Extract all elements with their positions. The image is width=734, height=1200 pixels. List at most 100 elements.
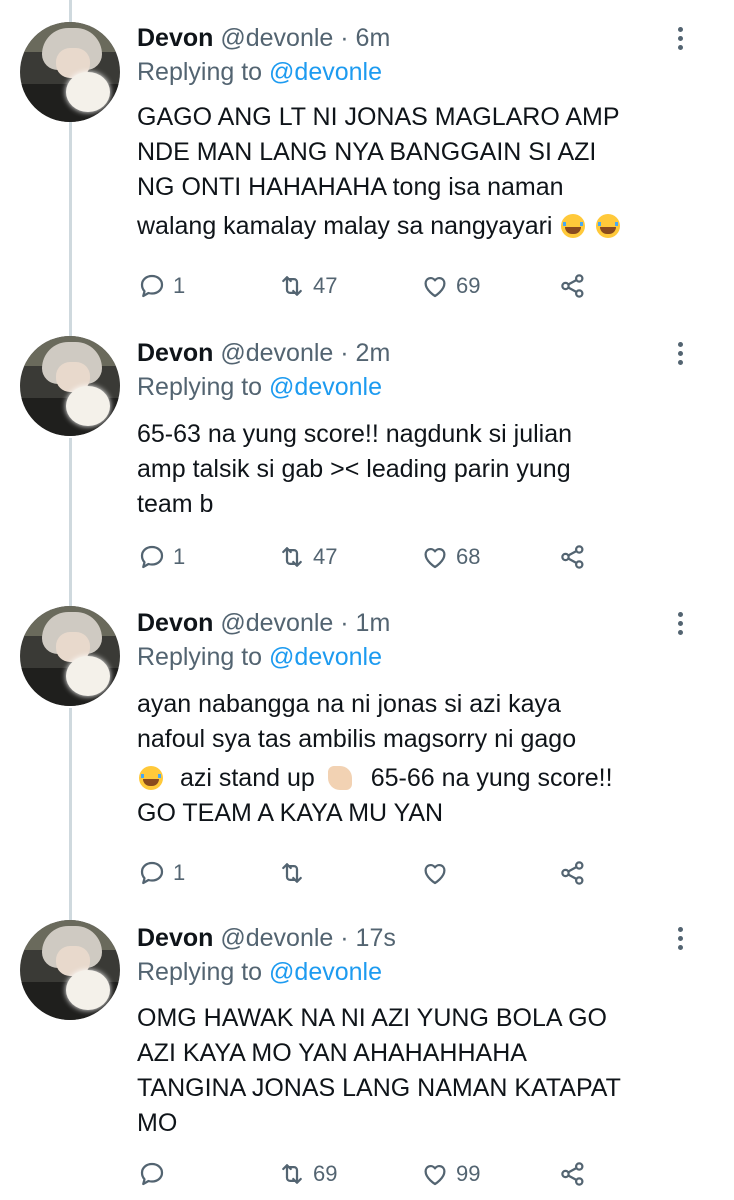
reply-button[interactable]: 1 <box>137 271 185 301</box>
reply-icon <box>140 861 164 885</box>
mention-link[interactable]: @devonle <box>269 958 382 986</box>
replying-label: Replying to <box>137 643 263 671</box>
reply-button[interactable]: 1 <box>137 542 185 572</box>
tweet-text: OMG HAWAK NA NI AZI YUNG BOLA GO AZI KAY… <box>137 1001 707 1141</box>
avatar[interactable] <box>20 22 120 122</box>
tweet-text: GAGO ANG LT NI JONAS MAGLARO AMP NDE MAN… <box>137 100 707 244</box>
tweet-line: GO TEAM A KAYA MU YAN <box>137 799 444 827</box>
timestamp[interactable]: 6m <box>356 24 391 52</box>
tweet-line: AZI KAYA MO YAN AHAHAHHAHA <box>137 1039 527 1067</box>
tweet-actions: 1 <box>137 858 607 888</box>
user-handle[interactable]: @devonle <box>220 609 333 637</box>
tweet[interactable]: Devon @devonle · 2m Replying to @devonle… <box>0 320 734 592</box>
timestamp[interactable]: 2m <box>356 339 391 367</box>
retweet-icon <box>282 276 302 296</box>
retweet-button[interactable]: 47 <box>277 271 337 301</box>
reply-count: 1 <box>173 544 186 569</box>
share-button[interactable] <box>558 858 588 888</box>
tweet-text: 65-63 na yung score!! nagdunk si julian … <box>137 417 707 522</box>
reply-icon <box>140 1162 164 1186</box>
share-button[interactable] <box>558 271 588 301</box>
share-button[interactable] <box>558 542 588 572</box>
share-icon <box>561 1162 584 1186</box>
avatar[interactable] <box>20 606 120 706</box>
replying-to: Replying to @devonle <box>137 642 382 672</box>
timestamp[interactable]: 17s <box>356 924 396 952</box>
avatar[interactable] <box>20 920 120 1020</box>
loudly-crying-face-icon <box>139 766 163 790</box>
replying-label: Replying to <box>137 958 263 986</box>
share-icon <box>561 545 584 569</box>
like-button[interactable]: 68 <box>420 542 480 572</box>
tweet-line: nafoul sya tas ambilis magsorry ni gago <box>137 725 577 753</box>
user-handle[interactable]: @devonle <box>220 924 333 952</box>
reply-icon <box>140 545 164 569</box>
retweet-count: 47 <box>313 544 338 569</box>
tweet-line: azi stand up <box>179 764 315 792</box>
retweet-button[interactable]: 69 <box>277 1159 337 1189</box>
share-button[interactable] <box>558 1159 588 1189</box>
replying-to: Replying to @devonle <box>137 57 382 87</box>
display-name[interactable]: Devon <box>137 24 213 52</box>
timestamp[interactable]: 1m <box>356 609 391 637</box>
display-name[interactable]: Devon <box>137 924 213 952</box>
tweet-line: amp talsik si gab >< leading parin yung <box>137 455 571 483</box>
tweet-actions: 1 47 68 <box>137 542 607 572</box>
tweet-header: Devon @devonle · 2m <box>137 338 390 368</box>
tweet[interactable]: Devon @devonle · 6m Replying to @devonle… <box>0 0 734 320</box>
share-icon <box>561 861 584 885</box>
replying-to: Replying to @devonle <box>137 957 382 987</box>
reply-button[interactable]: 1 <box>137 858 185 888</box>
more-options-icon[interactable] <box>678 27 686 54</box>
like-icon <box>424 1164 446 1186</box>
like-button[interactable] <box>420 858 456 888</box>
share-icon <box>561 274 584 298</box>
user-handle[interactable]: @devonle <box>220 339 333 367</box>
retweet-icon <box>282 1164 302 1184</box>
like-icon <box>424 863 446 885</box>
tweet-line: NDE MAN LANG NYA BANGGAIN SI AZI <box>137 138 597 166</box>
display-name[interactable]: Devon <box>137 609 213 637</box>
user-handle[interactable]: @devonle <box>220 24 333 52</box>
mention-link[interactable]: @devonle <box>269 643 382 671</box>
loudly-crying-face-icon <box>596 214 621 238</box>
tweet-text: ayan nabangga na ni jonas si azi kaya na… <box>137 687 707 831</box>
replying-label: Replying to <box>137 373 263 401</box>
tweet[interactable]: Devon @devonle · 1m Replying to @devonle… <box>0 592 734 908</box>
like-button[interactable]: 99 <box>420 1159 480 1189</box>
loudly-crying-face-icon <box>561 214 586 238</box>
like-count: 68 <box>456 544 481 569</box>
tweet-line: team b <box>137 490 214 518</box>
separator-dot: · <box>340 339 349 367</box>
like-button[interactable]: 69 <box>420 271 480 301</box>
tweet-line: OMG HAWAK NA NI AZI YUNG BOLA GO <box>137 1004 608 1032</box>
more-options-icon[interactable] <box>678 342 686 369</box>
tweet-header: Devon @devonle · 6m <box>137 23 390 53</box>
separator-dot: · <box>340 609 349 637</box>
reply-button[interactable] <box>137 1159 173 1189</box>
like-count: 69 <box>456 273 481 298</box>
mention-link[interactable]: @devonle <box>269 58 382 86</box>
display-name[interactable]: Devon <box>137 339 213 367</box>
tweet-actions: 1 47 69 <box>137 271 607 301</box>
tweet-line: walang kamalay malay sa nangyayari <box>137 212 553 240</box>
retweet-icon <box>282 547 302 567</box>
more-options-icon[interactable] <box>678 612 686 639</box>
avatar[interactable] <box>20 336 120 436</box>
tweet-line: 65-66 na yung score!! <box>370 764 613 792</box>
retweet-count: 69 <box>313 1161 338 1186</box>
tweet-line: ayan nabangga na ni jonas si azi kaya <box>137 690 561 718</box>
tweet-actions: 69 99 <box>137 1159 607 1189</box>
retweet-button[interactable] <box>277 858 313 888</box>
like-icon <box>424 547 446 569</box>
reply-count: 1 <box>173 273 186 298</box>
mention-link[interactable]: @devonle <box>269 373 382 401</box>
retweet-button[interactable]: 47 <box>277 542 337 572</box>
retweet-count: 47 <box>313 273 338 298</box>
replying-label: Replying to <box>137 58 263 86</box>
separator-dot: · <box>340 24 349 52</box>
tweet-line: TANGINA JONAS LANG NAMAN KATAPAT <box>137 1074 621 1102</box>
tweet[interactable]: Devon @devonle · 17s Replying to @devonl… <box>0 908 734 1200</box>
more-options-icon[interactable] <box>678 927 686 954</box>
like-icon <box>424 276 446 298</box>
